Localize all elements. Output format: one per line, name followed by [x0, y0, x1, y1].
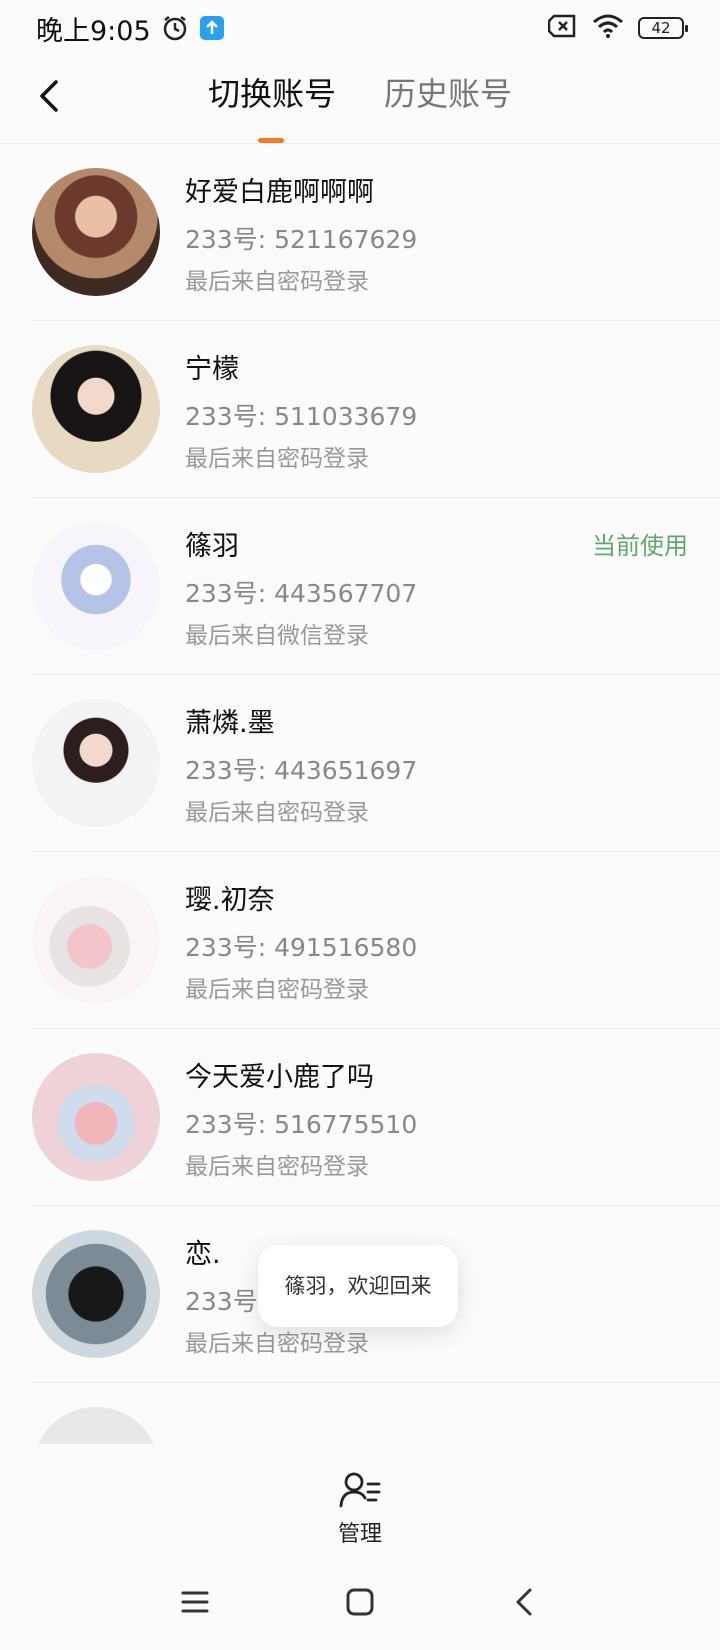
account-name: 璎.初奈 — [185, 885, 275, 916]
account-login-method: 最后来自密码登录 — [185, 800, 369, 826]
system-navigation-bar — [0, 1566, 720, 1646]
account-name: 篠羽 — [185, 531, 239, 562]
alarm-icon — [161, 14, 189, 42]
account-name: 萧燐.墨 — [185, 708, 275, 739]
home-button[interactable] — [340, 1582, 380, 1622]
avatar — [32, 168, 160, 296]
battery-indicator: 42 — [638, 17, 688, 39]
account-id: 233号: 443651697 — [185, 756, 418, 785]
current-account-badge: 当前使用 — [592, 532, 688, 560]
account-name: 好爱白鹿啊啊啊 — [185, 177, 374, 208]
account-id: 233号: 491516580 — [185, 933, 418, 962]
account-login-method: 最后来自密码登录 — [185, 446, 369, 472]
avatar — [32, 1053, 160, 1181]
manage-button[interactable]: 管理 — [320, 1470, 400, 1550]
account-login-method: 最后来自密码登录 — [185, 977, 369, 1003]
manage-label: 管理 — [337, 1522, 382, 1547]
account-id: 233号: — [185, 1287, 267, 1316]
account-id: 233号: 443567707 — [185, 579, 418, 608]
account-login-method: 最后来自微信登录 — [185, 623, 369, 649]
status-time: 晚上9:05 — [36, 15, 151, 47]
avatar — [32, 522, 160, 650]
avatar — [32, 1230, 160, 1358]
account-login-method: 最后来自密码登录 — [185, 1154, 369, 1180]
account-name: 今天爱小鹿了吗 — [185, 1062, 374, 1093]
account-item[interactable]: 今天爱小鹿了吗 233号: 516775510 最后来自密码登录 — [32, 1029, 720, 1206]
header: 切换账号 历史账号 — [0, 56, 720, 144]
account-login-method: 最后来自密码登录 — [185, 269, 369, 295]
account-name: 恋. — [185, 1239, 221, 1270]
account-login-method: 最后来自密码登录 — [185, 1331, 369, 1357]
avatar — [32, 876, 160, 1004]
system-back-button[interactable] — [505, 1582, 545, 1622]
recent-apps-button[interactable] — [175, 1582, 215, 1622]
chevron-left-icon — [516, 1588, 532, 1616]
menu-icon — [181, 1591, 209, 1613]
tab-history-account[interactable]: 历史账号 — [384, 74, 512, 114]
welcome-toast: 篠羽，欢迎回来 — [258, 1245, 458, 1327]
account-item[interactable]: 璎.初奈 233号: 491516580 最后来自密码登录 — [32, 852, 720, 1029]
account-id: 233号: 516775510 — [185, 1110, 418, 1139]
back-button[interactable] — [30, 76, 70, 116]
account-item[interactable] — [32, 1383, 720, 1444]
no-sim-icon — [547, 14, 578, 42]
upload-notification-icon — [199, 15, 225, 41]
wifi-icon — [592, 14, 624, 42]
account-item[interactable]: 好爱白鹿啊啊啊 233号: 521167629 最后来自密码登录 — [32, 144, 720, 321]
tab-switch-account[interactable]: 切换账号 — [208, 74, 336, 114]
home-square-icon — [346, 1588, 374, 1616]
account-id: 233号: 511033679 — [185, 402, 418, 431]
avatar — [32, 1407, 160, 1444]
back-arrow-icon — [40, 80, 58, 112]
manage-accounts-icon — [339, 1472, 381, 1508]
account-item[interactable]: 萧燐.墨 233号: 443651697 最后来自密码登录 — [32, 675, 720, 852]
account-id: 233号: 521167629 — [185, 225, 418, 254]
avatar — [32, 699, 160, 827]
account-name: 宁檬 — [185, 354, 239, 385]
status-bar: 晚上9:05 42 — [0, 0, 720, 56]
account-item[interactable]: 宁檬 233号: 511033679 最后来自密码登录 — [32, 321, 720, 498]
avatar — [32, 345, 160, 473]
account-item[interactable]: 篠羽 233号: 443567707 最后来自微信登录 当前使用 — [32, 498, 720, 675]
